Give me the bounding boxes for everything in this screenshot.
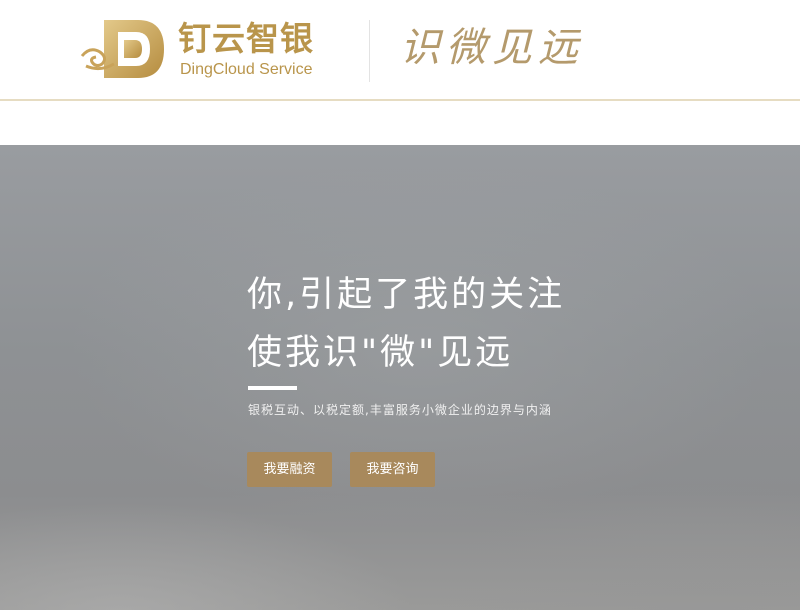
header-slogan: 识微见远: [400, 25, 584, 71]
header-divider: [369, 20, 370, 82]
site-header: 钉云智银 DingCloud Service 识微见远: [0, 0, 800, 101]
dingcloud-d-logo-icon[interactable]: [80, 16, 166, 82]
hero-subtitle: 银税互动、以税定额,丰富服务小微企业的边界与内涵: [248, 403, 552, 417]
hero-accent-bar: [248, 386, 297, 390]
hero-banner: 你,引起了我的关注 使我识"微"见远 银税互动、以税定额,丰富服务小微企业的边界…: [0, 145, 800, 610]
brand-name-chinese[interactable]: 钉云智银: [178, 19, 314, 59]
hero-title-line-2: 使我识"微"见远: [247, 333, 514, 373]
hero-title-line-1: 你,引起了我的关注: [247, 275, 566, 315]
brand-name-english[interactable]: DingCloud Service: [180, 60, 313, 80]
apply-financing-button[interactable]: 我要融资: [247, 452, 332, 487]
consult-button[interactable]: 我要咨询: [350, 452, 435, 487]
